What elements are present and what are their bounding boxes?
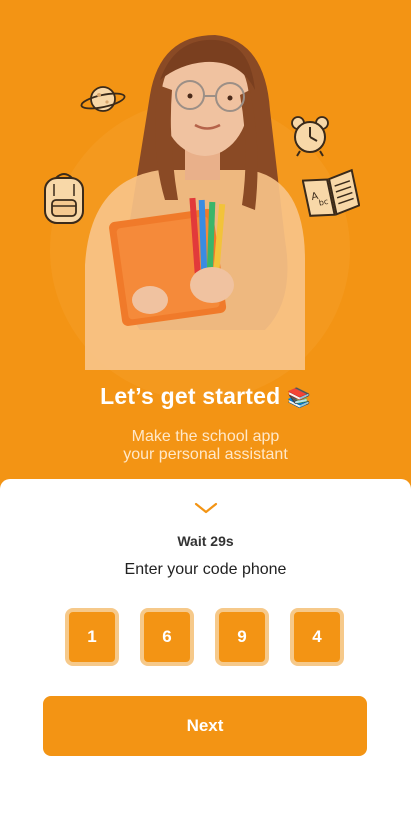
planet-icon (80, 86, 126, 112)
page-title: Let’s get started 📚 (0, 383, 411, 410)
page-title-text: Let’s get started (100, 383, 281, 409)
countdown-text: Wait 29s (177, 533, 234, 549)
page-subtitle: Make the school app your personal assist… (0, 428, 411, 464)
chevron-down-icon[interactable] (194, 500, 218, 516)
backpack-icon (44, 173, 84, 224)
code-digit-1[interactable]: 1 (65, 608, 119, 666)
instruction-text: Enter your code phone (124, 561, 287, 578)
code-digit-3[interactable]: 9 (215, 608, 269, 666)
verification-sheet: Wait 29s Enter your code phone 1 6 9 4 N… (0, 479, 411, 823)
subtitle-line-2: your personal assistant (123, 446, 288, 463)
code-digit-4[interactable]: 4 (290, 608, 344, 666)
open-book-icon: A bc (302, 168, 360, 217)
next-button[interactable]: Next (43, 696, 367, 756)
code-digit-2[interactable]: 6 (140, 608, 194, 666)
code-input-group: 1 6 9 4 (0, 608, 411, 666)
books-emoji-icon: 📚 (286, 388, 311, 409)
alarm-clock-icon (291, 116, 329, 157)
subtitle-line-1: Make the school app (131, 428, 280, 445)
